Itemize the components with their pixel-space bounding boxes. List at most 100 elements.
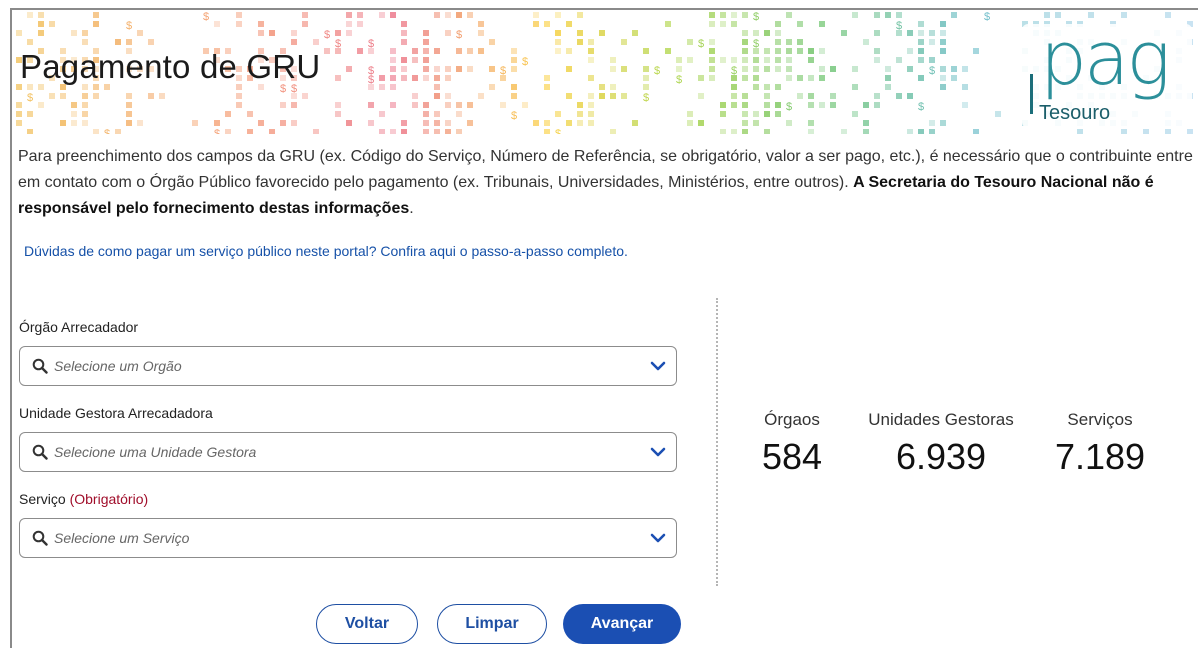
banner-dot bbox=[808, 102, 814, 108]
banner-dot bbox=[852, 84, 858, 90]
search-icon bbox=[32, 444, 48, 460]
banner-dot bbox=[445, 129, 451, 134]
banner-dot bbox=[940, 30, 946, 36]
banner-dot bbox=[896, 12, 902, 18]
banner-dot bbox=[808, 93, 814, 99]
banner-dot bbox=[599, 93, 605, 99]
banner-dot bbox=[687, 111, 693, 117]
banner-dot bbox=[610, 129, 616, 134]
banner-dot bbox=[874, 48, 880, 54]
banner-dot bbox=[313, 129, 319, 134]
banner-dot bbox=[390, 57, 396, 63]
banner-dot bbox=[786, 57, 792, 63]
banner-dot bbox=[588, 120, 594, 126]
banner-dot bbox=[566, 21, 572, 27]
banner-dot bbox=[775, 102, 781, 108]
banner-dot bbox=[874, 12, 880, 18]
banner-dot bbox=[93, 129, 99, 134]
banner-dot bbox=[434, 75, 440, 81]
banner-dot bbox=[423, 129, 429, 134]
banner-dot bbox=[819, 75, 825, 81]
intro-text-end: . bbox=[409, 200, 414, 217]
banner-currency-mark: $ bbox=[753, 11, 759, 23]
servico-select[interactable]: Selecione um Serviço bbox=[19, 518, 677, 558]
unidade-select[interactable]: Selecione uma Unidade Gestora bbox=[19, 432, 677, 472]
banner-dot bbox=[775, 48, 781, 54]
banner-dot bbox=[500, 75, 506, 81]
banner-dot bbox=[456, 129, 462, 134]
banner-dot bbox=[390, 102, 396, 108]
unidade-placeholder: Selecione uma Unidade Gestora bbox=[54, 444, 257, 460]
chevron-down-icon[interactable] bbox=[650, 531, 666, 545]
banner-dot bbox=[423, 111, 429, 117]
banner-dot bbox=[918, 39, 924, 45]
banner-dot bbox=[555, 48, 561, 54]
banner-dot bbox=[731, 12, 737, 18]
banner-dot bbox=[709, 39, 715, 45]
orgao-placeholder: Selecione um Orgão bbox=[54, 358, 182, 374]
banner-dot bbox=[863, 39, 869, 45]
banner-dot bbox=[115, 129, 121, 134]
banner-dot bbox=[764, 66, 770, 72]
banner-dot bbox=[775, 57, 781, 63]
banner-dot bbox=[687, 57, 693, 63]
banner-dot bbox=[698, 120, 704, 126]
banner-dot bbox=[82, 93, 88, 99]
next-button[interactable]: Avançar bbox=[563, 604, 681, 644]
banner-dot bbox=[599, 30, 605, 36]
banner-dot bbox=[566, 48, 572, 54]
chevron-down-icon[interactable] bbox=[650, 445, 666, 459]
banner-currency-mark: $ bbox=[214, 128, 220, 134]
banner-dot bbox=[918, 57, 924, 63]
help-link[interactable]: Dúvidas de como pagar um serviço público… bbox=[24, 243, 628, 259]
banner-dot bbox=[863, 102, 869, 108]
banner-dot bbox=[302, 12, 308, 18]
banner-dot bbox=[478, 93, 484, 99]
banner-dot bbox=[742, 57, 748, 63]
banner-dot bbox=[467, 120, 473, 126]
banner-currency-mark: $ bbox=[984, 11, 990, 23]
banner-dot bbox=[753, 84, 759, 90]
banner-dot bbox=[335, 75, 341, 81]
banner-dot bbox=[577, 12, 583, 18]
banner-dot bbox=[335, 111, 341, 117]
banner-dot bbox=[247, 111, 253, 117]
back-button[interactable]: Voltar bbox=[316, 604, 418, 644]
banner-currency-mark: $ bbox=[27, 92, 33, 104]
banner-dot bbox=[907, 66, 913, 72]
banner-dot bbox=[775, 21, 781, 27]
banner-dot bbox=[929, 129, 935, 134]
banner-dot bbox=[687, 120, 693, 126]
banner-dot bbox=[874, 57, 880, 63]
banner-dot bbox=[786, 39, 792, 45]
stat-value: 584 bbox=[761, 436, 823, 477]
banner-dot bbox=[401, 21, 407, 27]
banner-dot bbox=[962, 102, 968, 108]
banner-dot bbox=[786, 48, 792, 54]
banner-currency-mark: $ bbox=[324, 29, 330, 41]
banner-dot bbox=[467, 102, 473, 108]
banner-dot bbox=[775, 30, 781, 36]
banner-dot bbox=[390, 66, 396, 72]
banner-dot bbox=[434, 12, 440, 18]
banner-dot bbox=[225, 111, 231, 117]
stat-value: 6.939 bbox=[895, 436, 987, 477]
clear-button[interactable]: Limpar bbox=[437, 604, 547, 644]
banner-dot bbox=[335, 30, 341, 36]
vertical-divider bbox=[716, 298, 718, 586]
banner-dot bbox=[390, 84, 396, 90]
banner-dot bbox=[786, 66, 792, 72]
banner-dot bbox=[500, 102, 506, 108]
banner-dot bbox=[918, 129, 924, 134]
banner-dot bbox=[588, 93, 594, 99]
banner-dot bbox=[82, 39, 88, 45]
banner-dot bbox=[819, 66, 825, 72]
chevron-down-icon[interactable] bbox=[650, 359, 666, 373]
banner-dot bbox=[753, 111, 759, 117]
banner-dot bbox=[379, 75, 385, 81]
orgao-select[interactable]: Selecione um Orgão bbox=[19, 346, 677, 386]
banner-dot bbox=[1121, 129, 1127, 134]
banner-dot bbox=[797, 21, 803, 27]
banner-dot bbox=[753, 48, 759, 54]
banner-dot bbox=[357, 21, 363, 27]
